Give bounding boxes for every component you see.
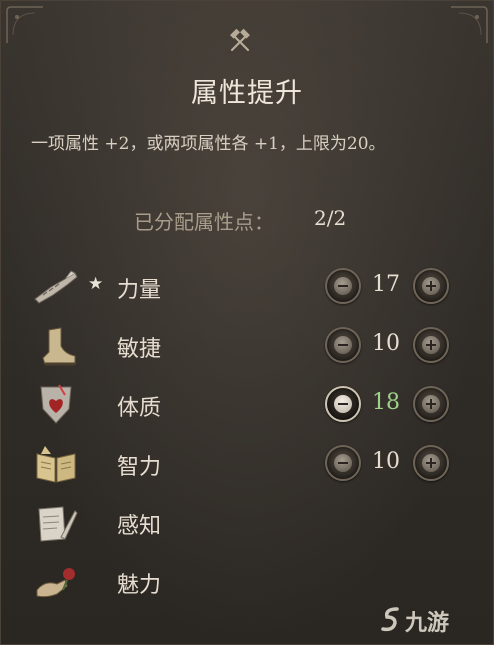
minus-icon (334, 277, 352, 295)
attribute-row-strength: ★ 力量 17 (1, 263, 494, 311)
ability-improvement-panel: 属性提升 一项属性 +2，或两项属性各 +1，上限为20。 已分配属性点： 2/… (0, 0, 494, 645)
minus-icon (334, 336, 352, 354)
corner-ornament-left (6, 6, 43, 43)
attribute-value: 10 (372, 331, 400, 356)
plus-icon (422, 277, 440, 295)
crossed-hammers-icon (230, 28, 250, 52)
attribute-row-dexterity: 敏捷 10 (1, 322, 494, 370)
attribute-value: 17 (372, 272, 400, 297)
attribute-row-intelligence: 智力 10 (1, 440, 494, 488)
watermark-logo-icon (381, 607, 399, 632)
increase-dexterity-button[interactable] (413, 327, 449, 363)
increase-constitution-button[interactable] (413, 386, 449, 422)
rose-hand-icon (36, 568, 75, 598)
attribute-name: 感知 (117, 514, 162, 539)
dialog-description: 一项属性 +2，或两项属性各 +1，上限为20。 (31, 134, 386, 154)
plus-icon (422, 395, 440, 413)
attribute-row-constitution: 体质 18 (1, 381, 494, 429)
corner-ornament-right (451, 6, 488, 43)
scroll-icon (38, 506, 78, 542)
attribute-name: 智力 (117, 455, 162, 480)
plus-icon (422, 336, 440, 354)
allocated-points-label: 已分配属性点： (134, 210, 274, 234)
attribute-row-wisdom: 感知 (1, 499, 494, 547)
attribute-value: 10 (372, 449, 400, 474)
open-book-icon (36, 446, 76, 483)
boot-icon (42, 327, 76, 366)
attribute-name: 体质 (117, 396, 162, 421)
plus-icon (422, 454, 440, 472)
dialog-title: 属性提升 (191, 78, 303, 109)
attribute-name: 魅力 (117, 573, 162, 598)
gauntlet-icon (34, 270, 78, 304)
attribute-name: 敏捷 (117, 337, 162, 362)
attribute-row-charisma: 魅力 (1, 558, 494, 606)
decrease-constitution-button[interactable] (325, 386, 361, 422)
allocated-points-value: 2/2 (314, 206, 347, 230)
attribute-name: 力量 (117, 278, 162, 303)
heart-shield-icon (40, 384, 72, 424)
decrease-dexterity-button[interactable] (325, 327, 361, 363)
proficiency-star-icon: ★ (88, 274, 104, 294)
watermark-text: 九游 (405, 611, 450, 636)
attribute-value: 18 (372, 390, 400, 415)
minus-icon (334, 454, 352, 472)
decrease-intelligence-button[interactable] (325, 445, 361, 481)
decrease-strength-button[interactable] (325, 268, 361, 304)
minus-icon (334, 395, 352, 413)
increase-intelligence-button[interactable] (413, 445, 449, 481)
increase-strength-button[interactable] (413, 268, 449, 304)
